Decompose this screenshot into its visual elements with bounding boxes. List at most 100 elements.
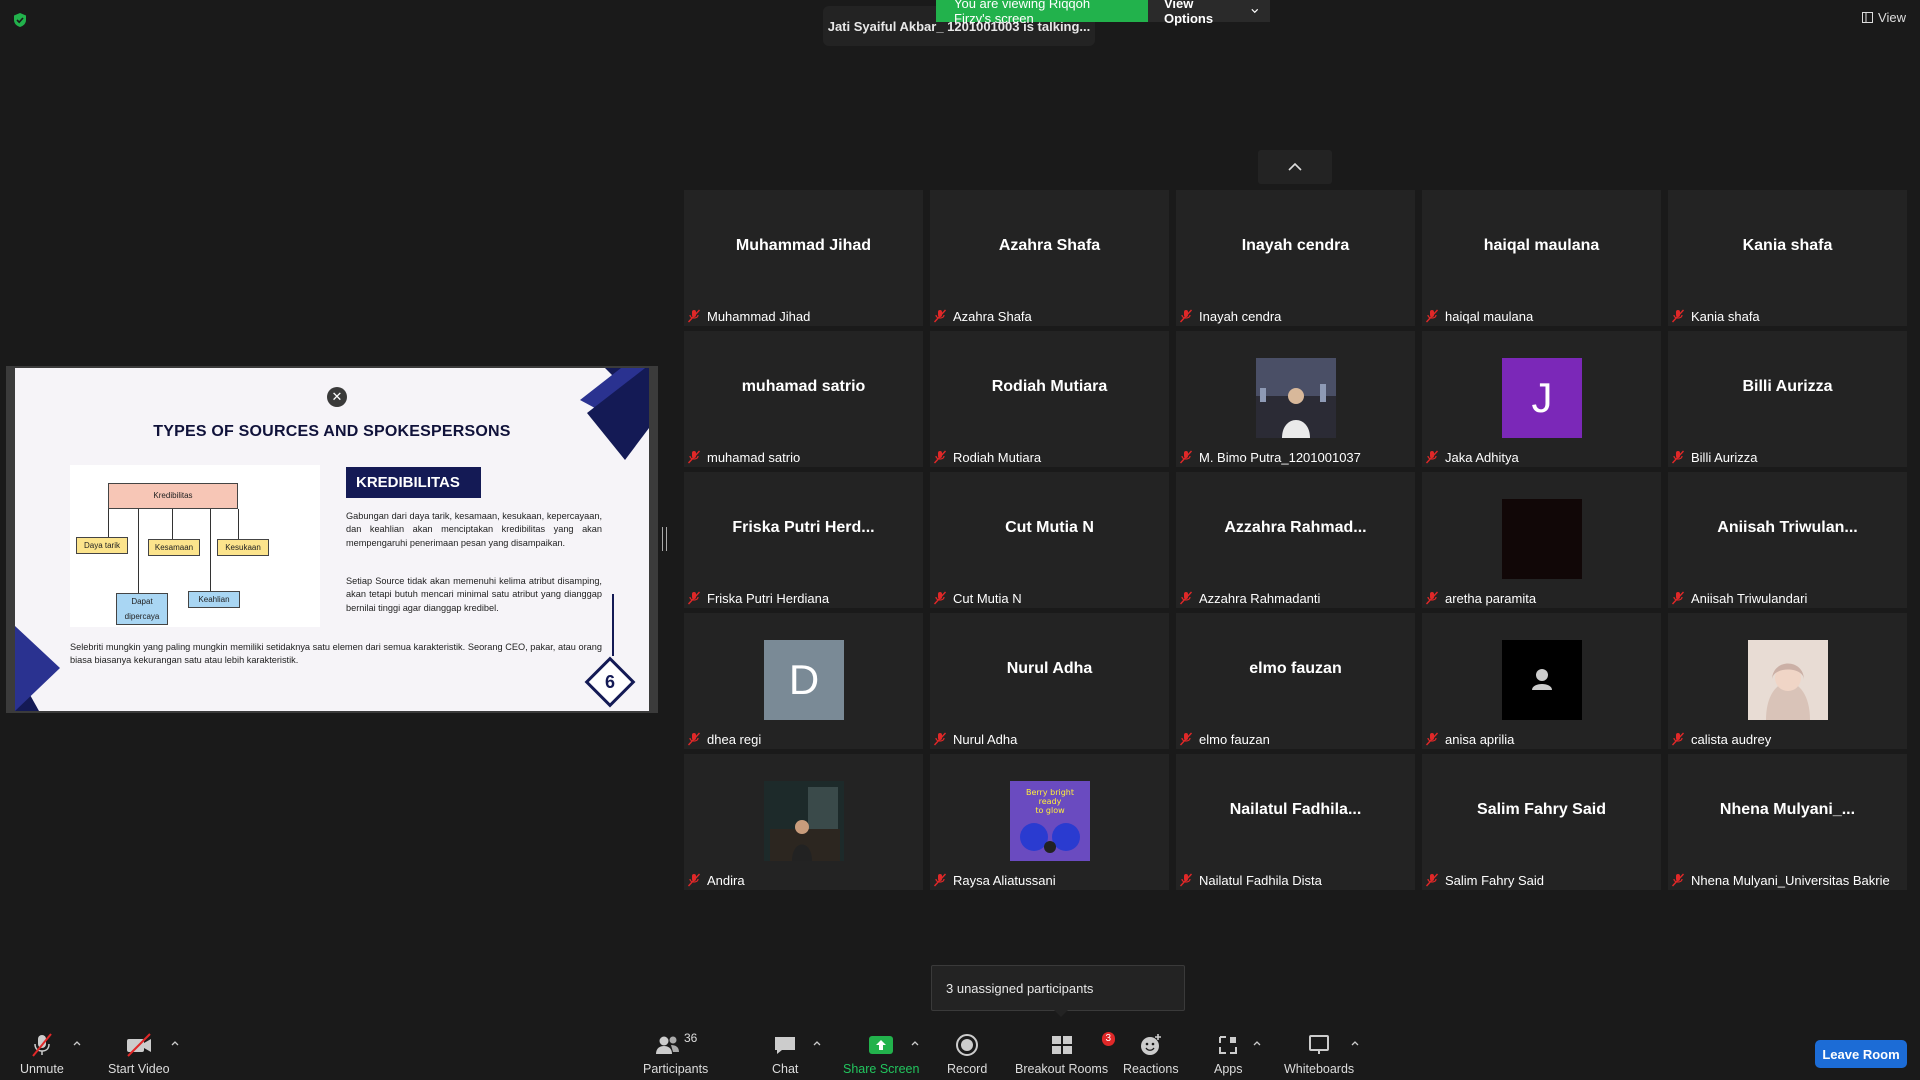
leave-room-button[interactable]: Leave Room (1815, 1040, 1907, 1068)
security-shield-icon[interactable] (12, 12, 28, 28)
apps-options-caret-icon[interactable] (1252, 1038, 1262, 1048)
participant-display-name: haiqal maulana (1483, 237, 1600, 254)
video-off-icon (126, 1033, 151, 1057)
reactions-button[interactable]: Reactions (1123, 1030, 1179, 1076)
mic-muted-icon (1671, 450, 1685, 464)
mic-muted-icon (1425, 309, 1439, 323)
participant-tile[interactable]: Billi Aurizza Billi Aurizza (1668, 331, 1907, 467)
whiteboard-options-caret-icon[interactable] (1350, 1038, 1360, 1048)
mic-muted-icon (1671, 309, 1685, 323)
participant-display-name: Aniisah Triwulan... (1717, 519, 1858, 536)
participants-label: Participants (643, 1062, 709, 1076)
chat-button[interactable]: Chat (772, 1030, 798, 1076)
unmute-button[interactable]: Unmute (20, 1030, 64, 1076)
participant-tile[interactable]: Aniisah Triwulan... Aniisah Triwulandari (1668, 472, 1907, 608)
participant-tile[interactable]: Berry bright ready to glow Raysa Aliatussan… (930, 754, 1169, 890)
record-button[interactable]: Record (947, 1030, 987, 1076)
close-icon[interactable]: ✕ (327, 387, 347, 407)
participant-tile[interactable]: Azzahra Rahmad... Azzahra Rahmadanti (1176, 472, 1415, 608)
participant-tile[interactable]: Andira (684, 754, 923, 890)
whiteboards-button[interactable]: Whiteboards (1284, 1030, 1354, 1076)
mic-muted-icon (1179, 591, 1193, 605)
chat-options-caret-icon[interactable] (812, 1038, 822, 1048)
participant-tile[interactable]: Inayah cendra Inayah cendra (1176, 190, 1415, 326)
participant-tile[interactable]: J Jaka Adhitya (1422, 331, 1661, 467)
split-divider-handle[interactable] (662, 527, 667, 551)
chat-icon (775, 1037, 796, 1054)
participant-display-name: Muhammad Jihad (735, 237, 872, 254)
participant-display-name: Cut Mutia N (1005, 519, 1094, 536)
share-screen-label: Share Screen (843, 1062, 920, 1076)
avatar (1502, 640, 1582, 720)
participant-name-label: Azahra Shafa (933, 307, 1032, 325)
participant-tile[interactable]: Cut Mutia N Cut Mutia N (930, 472, 1169, 608)
participant-name: elmo fauzan (1199, 731, 1270, 747)
participant-name-label: Kania shafa (1671, 307, 1760, 325)
participant-name-label: Nailatul Fadhila Dista (1179, 871, 1322, 889)
participant-name: muhamad satrio (707, 449, 801, 465)
diagram-keahlian: Keahlian (188, 591, 240, 608)
participant-name-label: Friska Putri Herdiana (687, 589, 829, 607)
participant-name-label: Inayah cendra (1179, 307, 1281, 325)
unassigned-participants-tooltip: 3 unassigned participants (931, 965, 1185, 1011)
participant-tile[interactable]: anisa aprilia (1422, 613, 1661, 749)
participant-tile[interactable]: Muhammad Jihad Muhammad Jihad (684, 190, 923, 326)
apps-icon (1219, 1036, 1238, 1054)
participant-tile[interactable]: Nurul Adha Nurul Adha (930, 613, 1169, 749)
participant-tile[interactable]: aretha paramita (1422, 472, 1661, 608)
collapse-gallery-button[interactable] (1258, 150, 1332, 184)
avatar (1748, 640, 1828, 720)
shared-screen[interactable]: ✕ TYPES OF SOURCES AND SPOKESPERSONS Kre… (6, 366, 658, 713)
start-video-button[interactable]: Start Video (108, 1030, 170, 1076)
participant-display-name: Kania shafa (1742, 237, 1833, 254)
participant-name-label: Rodiah Mutiara (933, 448, 1041, 466)
participant-tile[interactable]: Salim Fahry Said Salim Fahry Said (1422, 754, 1661, 890)
participant-tile[interactable]: muhamad satrio muhamad satrio (684, 331, 923, 467)
share-screen-button[interactable]: Share Screen (843, 1030, 919, 1076)
participant-display-name: Billi Aurizza (1742, 378, 1833, 395)
video-options-caret-icon[interactable] (170, 1038, 180, 1048)
participant-tile[interactable]: Kania shafa Kania shafa (1668, 190, 1907, 326)
audio-options-caret-icon[interactable] (72, 1038, 82, 1048)
mic-muted-icon (933, 309, 947, 323)
avatar: Berry bright ready to glow (1010, 781, 1090, 861)
avatar (764, 781, 844, 861)
participant-tile[interactable]: calista audrey (1668, 613, 1907, 749)
participant-name: Raysa Aliatussani (953, 872, 1056, 888)
participant-name: aretha paramita (1445, 590, 1537, 606)
participants-button[interactable]: 36 Participants (643, 1030, 708, 1076)
apps-label: Apps (1214, 1062, 1243, 1076)
participant-name-label: Azzahra Rahmadanti (1179, 589, 1320, 607)
view-options-button[interactable]: View Options (1148, 0, 1270, 26)
participant-tile[interactable]: Nhena Mulyani_... Nhena Mulyani_Universit… (1668, 754, 1907, 890)
breakout-rooms-label: Breakout Rooms (1015, 1062, 1109, 1076)
avatar: D (764, 640, 844, 720)
participant-name-label: aretha paramita (1425, 589, 1536, 607)
breakout-rooms-button[interactable]: 3 Breakout Rooms (1015, 1030, 1116, 1076)
participant-tile[interactable]: Ddhea regi (684, 613, 923, 749)
apps-button[interactable]: Apps (1214, 1030, 1243, 1076)
participant-display-name: elmo fauzan (1249, 660, 1342, 677)
participant-tile[interactable]: M. Bimo Putra_1201001037 (1176, 331, 1415, 467)
participant-tile[interactable]: Friska Putri Herd... Friska Putri Herdian… (684, 472, 923, 608)
page-number: 6 (604, 671, 615, 692)
avatar: J (1502, 358, 1582, 438)
participant-tile[interactable]: elmo fauzan elmo fauzan (1176, 613, 1415, 749)
mic-muted-icon (933, 591, 947, 605)
participant-name: Inayah cendra (1199, 308, 1282, 324)
participant-name-label: Aniisah Triwulandari (1671, 589, 1807, 607)
participant-tile[interactable]: Rodiah Mutiara Rodiah Mutiara (930, 331, 1169, 467)
record-icon (956, 1034, 979, 1056)
participant-name: Aniisah Triwulandari (1691, 590, 1808, 606)
participant-name-label: Nhena Mulyani_Universitas Bakrie (1671, 871, 1890, 889)
diagram-kesukaan: Kesukaan (217, 539, 269, 556)
share-options-caret-icon[interactable] (910, 1038, 920, 1048)
participant-tile[interactable]: haiqal maulana haiqal maulana (1422, 190, 1661, 326)
participant-name-label: Muhammad Jihad (687, 307, 810, 325)
mic-muted-icon (1179, 732, 1193, 746)
participant-tile[interactable]: Nailatul Fadhila... Nailatul Fadhila Dist… (1176, 754, 1415, 890)
whiteboard-icon (1309, 1035, 1330, 1054)
breakout-badge: 3 (1101, 1032, 1116, 1046)
participant-tile[interactable]: Azahra Shafa Azahra Shafa (930, 190, 1169, 326)
view-button[interactable]: View (1862, 10, 1906, 25)
